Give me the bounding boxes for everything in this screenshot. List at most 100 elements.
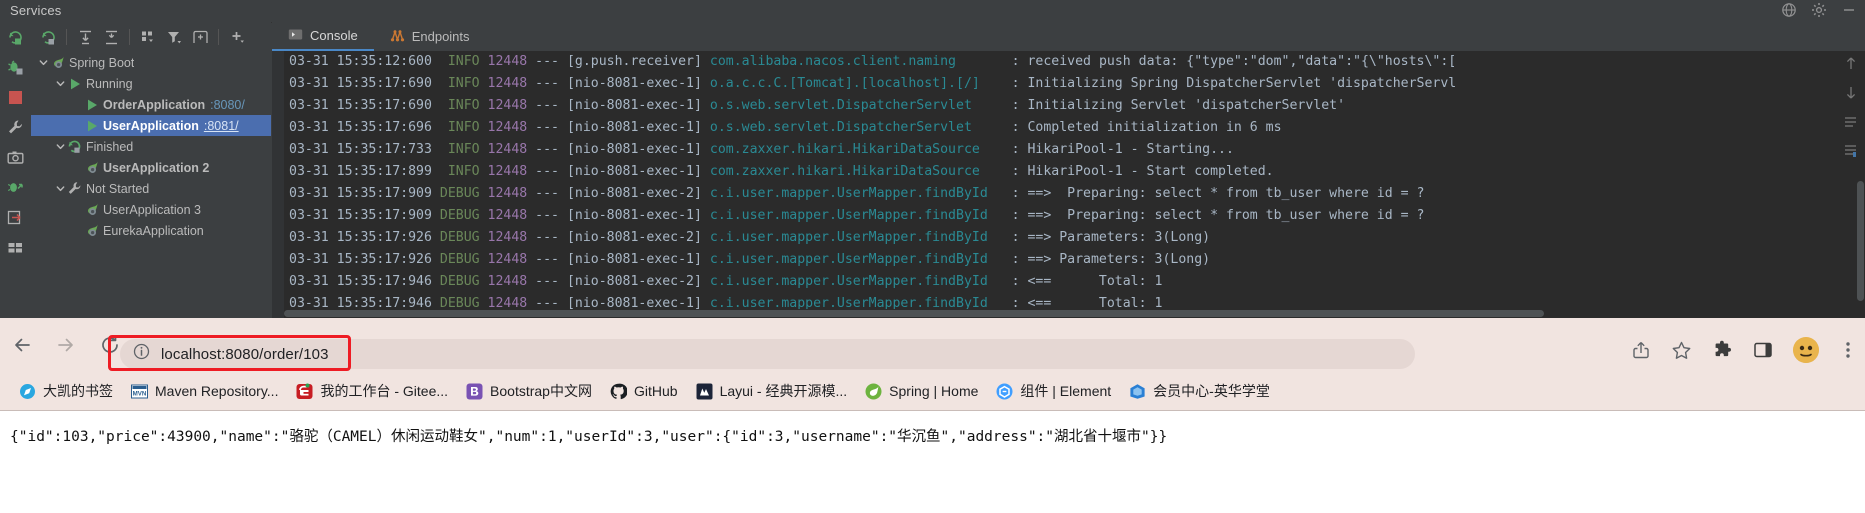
tree-item-eurekaapplication[interactable]: EurekaApplication [31, 220, 271, 241]
share-icon[interactable] [1631, 340, 1651, 360]
bookmark-item[interactable]: 会员中心-英华学堂 [1120, 377, 1279, 405]
bookmark-label: 组件 | Element [1020, 383, 1112, 399]
spring-leaf-icon [865, 383, 882, 400]
log-logger: c.i.user.mapper.UserMapper.findById [709, 252, 988, 267]
more-menu-icon[interactable] [1839, 340, 1857, 360]
tree-item-spring-boot[interactable]: Spring Boot [31, 52, 271, 73]
bootstrap-icon [466, 383, 483, 400]
chevron-down-icon[interactable] [54, 140, 67, 153]
github-icon [610, 383, 627, 400]
log-pid: 12448 [487, 98, 528, 113]
profile-avatar[interactable] [1793, 337, 1819, 363]
window-title: Services [10, 3, 62, 18]
tree-arrow-placeholder [71, 203, 84, 216]
add-tab-icon[interactable] [188, 25, 212, 49]
bookmark-item[interactable]: Bootstrap中文网 [457, 377, 601, 405]
chevron-down-icon[interactable] [54, 182, 67, 195]
tree-arrow-placeholder [71, 161, 84, 174]
toolbar-separator [66, 29, 67, 45]
log-message: Completed initialization in 6 ms [1027, 120, 1282, 135]
bookmark-label: 大凯的书签 [43, 383, 113, 399]
wrench-settings-icon[interactable] [0, 112, 31, 142]
log-message: ==> Preparing: select * from tb_user whe… [1027, 208, 1425, 223]
wrench-icon [67, 181, 82, 196]
log-pid: 12448 [487, 252, 528, 267]
tab-console[interactable]: Console [272, 22, 374, 51]
tree-item-userapplication[interactable]: UserApplication :8081/ [31, 115, 271, 136]
rerun-service-icon[interactable] [36, 25, 60, 49]
help-globe-icon[interactable] [1781, 2, 1797, 18]
tree-item-port-link[interactable]: :8080/ [210, 98, 245, 112]
bookmark-label: Bootstrap中文网 [490, 383, 592, 399]
minimize-icon[interactable] [1841, 2, 1857, 18]
rerun-icon[interactable] [0, 22, 31, 52]
console-log-line: 03-31 15:35:17:899 INFO 12448 --- [nio-8… [289, 164, 1274, 179]
camera-icon[interactable] [0, 142, 31, 172]
services-tree[interactable]: Spring Boot Running OrderApplication:8080/… [31, 52, 271, 318]
back-arrow-icon[interactable] [0, 318, 44, 372]
console-tabbar: Console Endpoints [272, 22, 1865, 51]
element-icon [996, 383, 1013, 400]
export-icon[interactable] [0, 202, 31, 232]
layui-icon [696, 383, 713, 400]
console-gutter [272, 51, 284, 318]
expand-all-icon[interactable] [73, 25, 97, 49]
collapse-all-icon[interactable] [99, 25, 123, 49]
tree-item-finished[interactable]: Finished [31, 136, 271, 157]
tree-item-not-started[interactable]: Not Started [31, 178, 271, 199]
forward-arrow-icon[interactable] [44, 318, 88, 372]
log-logger: o.s.web.servlet.DispatcherServlet [709, 98, 972, 113]
debug-icon[interactable] [0, 52, 31, 82]
tree-arrow-placeholder [71, 98, 84, 111]
chevron-down-icon[interactable] [54, 77, 67, 90]
scrollbar-thumb[interactable] [1857, 181, 1864, 301]
log-thread: [nio-8081-exec-2] [566, 230, 702, 245]
tree-item-userapplication-3[interactable]: UserApplication 3 [31, 199, 271, 220]
bookmark-item[interactable]: Spring | Home [856, 379, 987, 404]
console-log-lines: 03-31 15:35:12:600 INFO 12448 --- [g.pus… [289, 51, 1456, 315]
console-output[interactable]: 03-31 15:35:12:600 INFO 12448 --- [g.pus… [272, 51, 1865, 318]
gear-icon[interactable] [1811, 2, 1827, 18]
tree-item-label: UserApplication [103, 118, 199, 133]
tree-item-running[interactable]: Running [31, 73, 271, 94]
console-horizontal-scrollbar[interactable] [284, 309, 1859, 318]
bookmark-item[interactable]: 组件 | Element [987, 377, 1120, 405]
bookmark-item[interactable]: 大凯的书签 [10, 377, 122, 405]
bookmark-star-icon[interactable] [1671, 340, 1692, 361]
console-log-line: 03-31 15:35:17:909 DEBUG 12448 --- [nio-… [289, 208, 1425, 223]
log-thread: [nio-8081-exec-2] [566, 274, 702, 289]
debug-attach-icon[interactable] [0, 172, 31, 202]
ide-titlebar: Services [0, 0, 1865, 23]
scrollbar-thumb[interactable] [284, 310, 1544, 317]
log-message: ==> Parameters: 3(Long) [1027, 230, 1211, 245]
bookmark-item[interactable]: MVN Maven Repository... [122, 379, 287, 404]
spring-icon [84, 202, 99, 217]
bookmark-item[interactable]: Layui - 经典开源模... [687, 377, 857, 405]
bookmark-item[interactable]: GitHub [601, 379, 687, 404]
tree-item-userapplication-2[interactable]: UserApplication 2 [31, 157, 271, 178]
log-thread: [g.push.receiver] [566, 54, 702, 69]
maven-icon: MVN [131, 383, 148, 400]
extensions-puzzle-icon[interactable] [1712, 340, 1733, 361]
log-thread: [nio-8081-exec-1] [566, 120, 702, 135]
side-panel-icon[interactable] [1753, 340, 1773, 360]
tab-endpoints[interactable]: Endpoints [374, 22, 486, 51]
log-logger: c.i.user.mapper.UserMapper.findById [709, 230, 988, 245]
log-level: DEBUG [439, 230, 480, 245]
chevron-down-icon[interactable] [37, 56, 50, 69]
stop-icon[interactable] [0, 82, 31, 112]
log-pid: 12448 [487, 230, 528, 245]
bookmark-item[interactable]: 我的工作台 - Gitee... [287, 377, 457, 405]
tree-item-orderapplication[interactable]: OrderApplication:8080/ [31, 94, 271, 115]
filter-icon[interactable] [162, 25, 186, 49]
log-timestamp: 03-31 15:35:12:600 [289, 54, 432, 69]
group-by-icon[interactable] [136, 25, 160, 49]
log-timestamp: 03-31 15:35:17:733 [289, 142, 432, 157]
log-level: INFO [447, 98, 480, 113]
log-timestamp: 03-31 15:35:17:946 [289, 274, 432, 289]
add-service-icon[interactable] [225, 25, 249, 49]
layout-icon[interactable] [0, 232, 31, 262]
toolbar-separator [129, 29, 130, 45]
console-vertical-scrollbar[interactable] [1856, 51, 1865, 318]
tree-item-port-link[interactable]: :8081/ [204, 119, 239, 133]
